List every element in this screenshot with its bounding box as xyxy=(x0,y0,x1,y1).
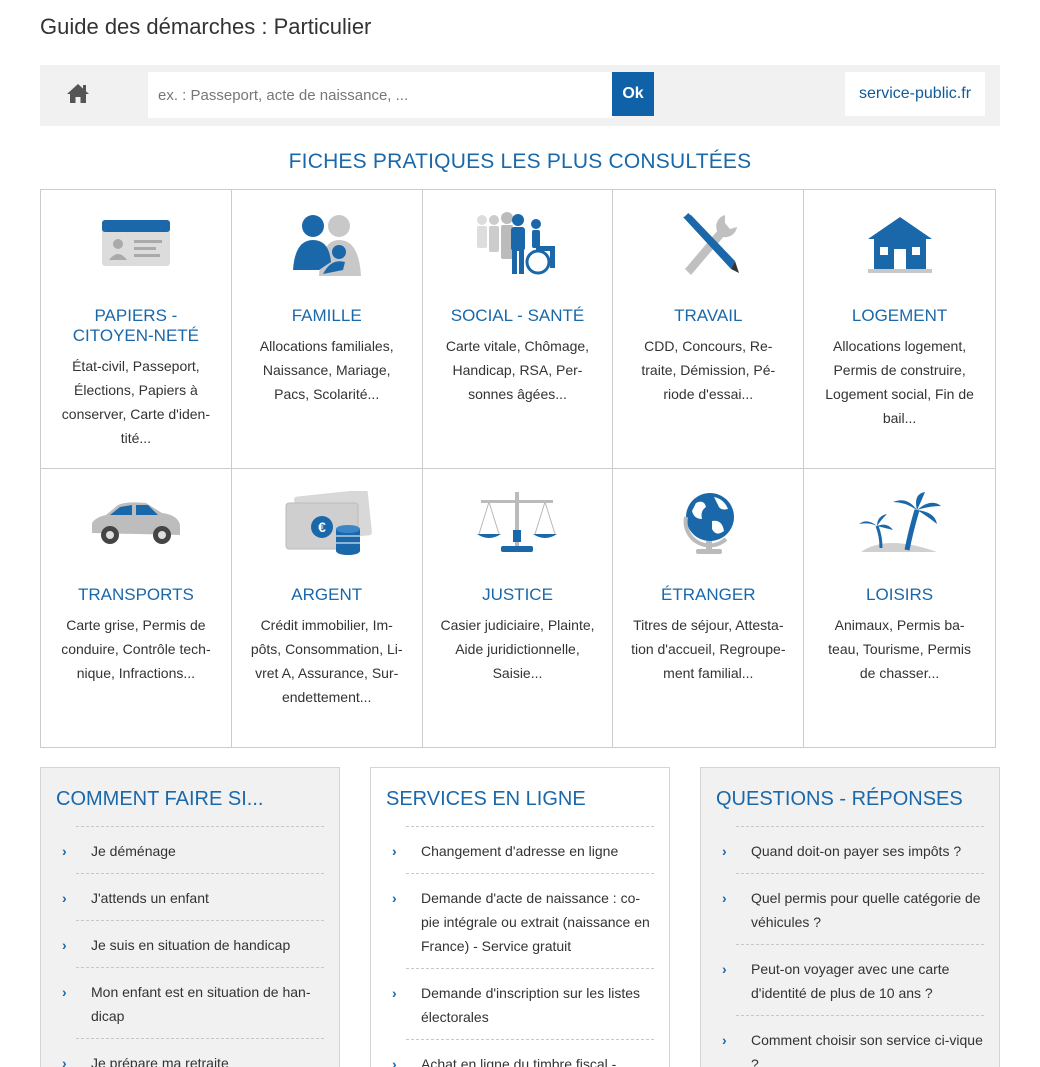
list-item[interactable]: › Demande d'acte de naissance : co-pie in… xyxy=(392,873,654,968)
scales-icon xyxy=(435,487,601,559)
list-item[interactable]: › Peut-on voyager avec une carte d'identi… xyxy=(722,944,984,1015)
topic-card-travail[interactable]: TRAVAIL CDD, Concours, Re-traite, Démiss… xyxy=(613,190,805,469)
page-title: Guide des démarches : Particulier xyxy=(40,14,372,39)
topic-title: TRAVAIL xyxy=(674,306,743,325)
chevron-right-icon: › xyxy=(392,1056,397,1067)
list-item[interactable]: › Quel permis pour quelle catégorie de vé… xyxy=(722,873,984,944)
online-services-panel: SERVICES EN LIGNE › Changement d'adresse … xyxy=(370,767,670,1067)
topic-card-argent[interactable]: € ARGENT Crédit immobilier, Im-pôts, Con… xyxy=(232,469,423,748)
chevron-right-icon: › xyxy=(62,890,67,906)
search-bar: Ok service-public.fr xyxy=(40,65,1000,126)
topic-description: Carte vitale, Chômage, Handicap, RSA, Pe… xyxy=(445,338,590,402)
topic-title: FAMILLE xyxy=(291,306,362,325)
list-item-label: Peut-on voyager avec une carte d'identit… xyxy=(751,961,950,1001)
chevron-right-icon: › xyxy=(62,984,67,1000)
service-public-link[interactable]: service-public.fr xyxy=(845,72,985,116)
family-icon xyxy=(244,208,410,280)
topic-card-etranger[interactable]: ÉTRANGER Titres de séjour, Attesta-tion … xyxy=(613,469,805,748)
id-card-icon xyxy=(53,208,219,280)
topic-card-transports[interactable]: TRANSPORTS Carte grise, Permis de condui… xyxy=(41,469,232,748)
house-icon xyxy=(816,208,983,280)
topic-title: JUSTICE xyxy=(482,585,553,604)
topic-description: Allocations familiales, Naissance, Maria… xyxy=(259,338,394,402)
how-to-panel: COMMENT FAIRE SI... › Je déménage › J'atte… xyxy=(40,767,340,1067)
topic-title: TRANSPORTS xyxy=(77,585,194,604)
globe-icon xyxy=(625,487,791,559)
list-item-label: Je déménage xyxy=(91,843,176,859)
money-icon: € xyxy=(244,487,410,559)
topic-title: ÉTRANGER xyxy=(661,585,756,604)
list-item[interactable]: › Je déménage xyxy=(62,826,324,873)
chevron-right-icon: › xyxy=(392,843,397,859)
list-item[interactable]: › Je prépare ma retraite xyxy=(62,1038,324,1067)
list-item-label: Demande d'inscription sur les listes éle… xyxy=(421,985,640,1025)
topic-card-justice[interactable]: JUSTICE Casier judiciaire, Plainte, Aide… xyxy=(423,469,614,748)
chevron-right-icon: › xyxy=(62,843,67,859)
topics-grid: PAPIERS - CITOYEN-NETÉ État-civil, Passe… xyxy=(40,189,996,748)
topic-card-famille[interactable]: FAMILLE Allocations familiales, Naissanc… xyxy=(231,190,423,469)
faq-panel: QUESTIONS - RÉPONSES › Quand doit-on paye… xyxy=(700,767,1000,1067)
list-item-label: Quand doit-on payer ses impôts ? xyxy=(751,843,962,859)
topic-description: Carte grise, Permis de conduire, Contrôl… xyxy=(61,617,211,681)
topic-title: SOCIAL - SANTÉ xyxy=(450,306,585,325)
topic-title: ARGENT xyxy=(291,585,363,604)
topic-title: LOGEMENT xyxy=(851,306,948,325)
chevron-right-icon: › xyxy=(722,843,727,859)
chevron-right-icon: › xyxy=(722,890,727,906)
topic-title: PAPIERS - CITOYEN-NETÉ xyxy=(72,306,200,345)
list-item[interactable]: › Je suis en situation de handicap xyxy=(62,920,324,967)
topic-description: Casier judiciaire, Plainte, Aide juridic… xyxy=(440,617,595,681)
chevron-right-icon: › xyxy=(392,890,397,906)
faq-list: › Quand doit-on payer ses impôts ? › Quel … xyxy=(716,826,984,1067)
list-item-label: Achat en ligne du timbre fiscal - xyxy=(421,1056,617,1067)
palm-tree-icon xyxy=(816,487,983,559)
list-item-label: Changement d'adresse en ligne xyxy=(421,843,619,859)
svg-text:€: € xyxy=(318,519,326,535)
topic-card-papiers[interactable]: PAPIERS - CITOYEN-NETÉ État-civil, Passe… xyxy=(41,190,232,469)
search-input[interactable] xyxy=(148,72,613,118)
online-services-list: › Changement d'adresse en ligne › Demande … xyxy=(386,826,654,1067)
topic-card-loisirs[interactable]: LOISIRS Animaux, Permis ba-teau, Tourism… xyxy=(804,469,995,748)
topic-card-logement[interactable]: LOGEMENT Allocations logement, Permis de… xyxy=(804,190,995,469)
topic-description: Allocations logement, Permis de construi… xyxy=(825,338,974,426)
chevron-right-icon: › xyxy=(722,1032,727,1048)
list-item-label: Je suis en situation de handicap xyxy=(91,937,291,953)
section-title: FICHES PRATIQUES LES PLUS CONSULTÉES xyxy=(288,150,752,173)
list-item-label: J'attends un enfant xyxy=(91,890,209,906)
chevron-right-icon: › xyxy=(62,1055,67,1067)
list-item[interactable]: › Mon enfant est en situation de han-dica… xyxy=(62,967,324,1038)
topic-description: Animaux, Permis ba-teau, Tourisme, Permi… xyxy=(828,617,972,681)
panel-title: SERVICES EN LIGNE xyxy=(386,788,586,810)
how-to-list: › Je déménage › J'attends un enfant › Je su… xyxy=(56,826,324,1067)
topic-title: LOISIRS xyxy=(866,585,934,604)
chevron-right-icon: › xyxy=(722,961,727,977)
topic-description: Crédit immobilier, Im-pôts, Consommation… xyxy=(250,617,403,705)
panel-title: COMMENT FAIRE SI... xyxy=(56,788,264,810)
list-item-label: Je prépare ma retraite xyxy=(91,1055,229,1067)
list-item[interactable]: › Comment choisir son service ci-vique ? xyxy=(722,1015,984,1067)
list-item[interactable]: › Achat en ligne du timbre fiscal - xyxy=(392,1039,654,1067)
search-submit-button[interactable]: Ok xyxy=(612,72,654,116)
tools-icon xyxy=(625,208,791,280)
list-item-label: Demande d'acte de naissance : co-pie int… xyxy=(421,890,650,954)
panel-title: QUESTIONS - RÉPONSES xyxy=(716,788,963,810)
topic-card-social-sante[interactable]: SOCIAL - SANTÉ Carte vitale, Chômage, Ha… xyxy=(422,190,614,469)
list-item[interactable]: › Quand doit-on payer ses impôts ? xyxy=(722,826,984,873)
home-icon[interactable] xyxy=(64,79,92,107)
topic-description: Titres de séjour, Attesta-tion d'accueil… xyxy=(631,617,786,681)
list-item[interactable]: › Changement d'adresse en ligne xyxy=(392,826,654,873)
list-item[interactable]: › Demande d'inscription sur les listes él… xyxy=(392,968,654,1039)
list-item[interactable]: › J'attends un enfant xyxy=(62,873,324,920)
chevron-right-icon: › xyxy=(392,985,397,1001)
topic-description: CDD, Concours, Re-traite, Démission, Pé-… xyxy=(641,338,776,402)
list-item-label: Comment choisir son service ci-vique ? xyxy=(751,1032,983,1067)
social-health-icon xyxy=(435,208,601,280)
chevron-right-icon: › xyxy=(62,937,67,953)
topic-description: État-civil, Passeport, Élections, Papier… xyxy=(61,358,210,446)
car-icon xyxy=(53,487,219,559)
list-item-label: Mon enfant est en situation de han-dicap xyxy=(91,984,311,1024)
list-item-label: Quel permis pour quelle catégorie de véh… xyxy=(751,890,981,930)
